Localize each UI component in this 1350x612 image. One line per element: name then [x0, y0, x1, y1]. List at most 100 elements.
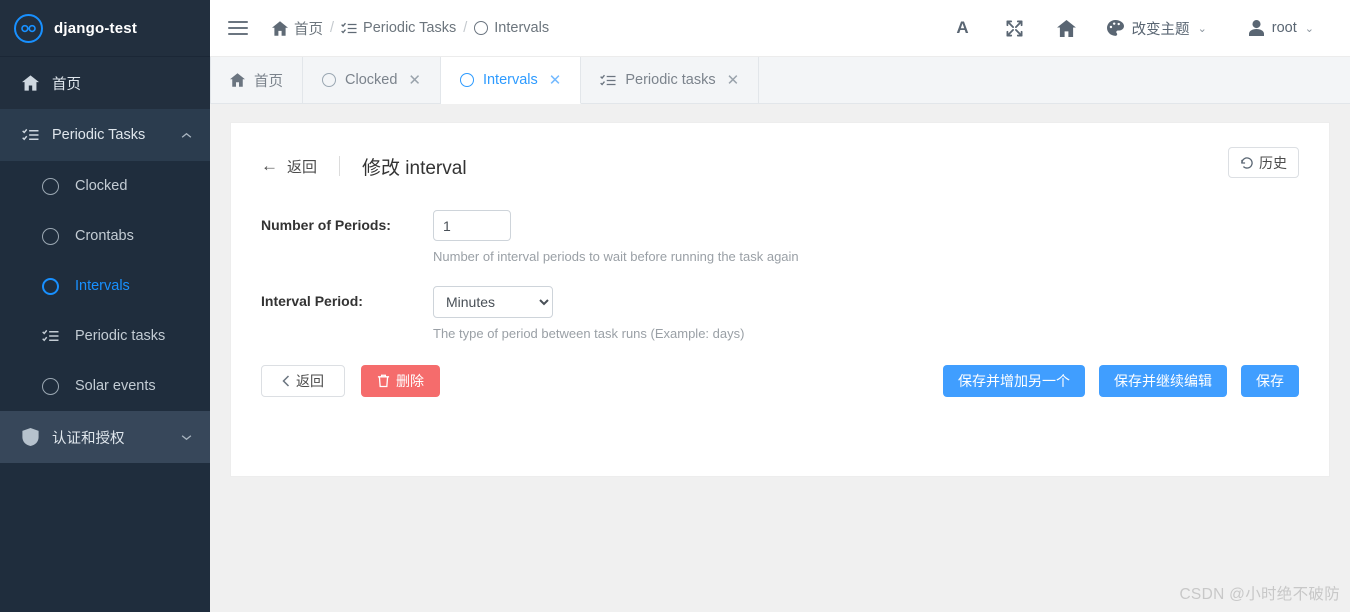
- chevron-left-icon: [282, 375, 290, 387]
- shield-icon: [22, 428, 39, 446]
- sidebar-item-crontabs[interactable]: Crontabs: [0, 211, 210, 261]
- circle-icon: [474, 21, 489, 35]
- history-button-label: 历史: [1259, 154, 1287, 171]
- task-list-icon: [42, 329, 59, 343]
- trash-icon: [377, 374, 390, 388]
- edit-interval-card: ← 返回 修改 interval 历史 Number of Periods: 1…: [230, 122, 1330, 477]
- home-icon[interactable]: [1041, 0, 1093, 57]
- history-button[interactable]: 历史: [1228, 147, 1299, 178]
- circle-icon: [42, 377, 59, 395]
- app-root: django-test 首页 Periodic Tasks Clocked Cr…: [0, 0, 1350, 612]
- tab-periodic-tasks[interactable]: Periodic tasks ✕: [581, 57, 760, 103]
- sidebar: django-test 首页 Periodic Tasks Clocked Cr…: [0, 0, 210, 612]
- card-header: ← 返回 修改 interval 历史: [261, 147, 1299, 183]
- breadcrumb: 首页 / Periodic Tasks / Intervals: [272, 18, 549, 39]
- header-divider: [339, 156, 341, 176]
- home-icon: [272, 20, 288, 36]
- page-title: 修改 interval: [362, 157, 467, 179]
- fullscreen-icon[interactable]: [989, 0, 1041, 57]
- sidebar-item-solar-events-label: Solar events: [75, 378, 156, 394]
- circle-icon: [459, 73, 474, 87]
- number-of-periods-label: Number of Periods:: [261, 217, 391, 233]
- breadcrumb-item-periodic-tasks-label: Periodic Tasks: [363, 20, 457, 36]
- breadcrumb-separator: /: [330, 20, 335, 36]
- home-icon: [22, 75, 39, 91]
- task-list-icon: [341, 22, 357, 35]
- back-button-label: 返回: [296, 373, 324, 389]
- form-row-interval-period: Interval Period: Minutes The type of per…: [261, 286, 1299, 341]
- topbar-tools: A 改变主题 ⌄ root ⌄: [937, 0, 1328, 57]
- user-menu-label: root: [1271, 20, 1297, 36]
- tab-close-icon[interactable]: ✕: [727, 71, 740, 89]
- breadcrumb-item-home[interactable]: 首页: [272, 18, 323, 39]
- sidebar-item-intervals-label: Intervals: [75, 278, 130, 294]
- save-and-add-another-button[interactable]: 保存并增加另一个: [943, 365, 1085, 397]
- watermark: CSDN @小时绝不破防: [1179, 586, 1340, 603]
- topbar: 首页 / Periodic Tasks / Intervals A 改变主题 ⌄…: [210, 0, 1350, 57]
- circle-icon: [42, 277, 59, 295]
- circle-icon: [42, 177, 59, 195]
- palette-icon: [1106, 19, 1124, 37]
- sidebar-group-label: Periodic Tasks: [52, 127, 146, 143]
- theme-switcher[interactable]: 改变主题 ⌄: [1093, 0, 1221, 57]
- number-of-periods-control: Number of interval periods to wait befor…: [433, 210, 799, 264]
- tab-clocked[interactable]: Clocked ✕: [303, 57, 441, 103]
- form-actions: 返回 删除 保存并增加另一个 保存并继续编辑 保存: [261, 365, 1299, 397]
- sidebar-item-home-label: 首页: [52, 76, 81, 93]
- sidebar-section-auth[interactable]: 认证和授权: [0, 411, 210, 463]
- tab-intervals-label: Intervals: [482, 72, 538, 88]
- number-of-periods-input[interactable]: [433, 210, 511, 241]
- chevron-down-icon: [181, 434, 192, 441]
- tab-intervals[interactable]: Intervals ✕: [440, 57, 582, 104]
- tab-clocked-label: Clocked: [345, 72, 398, 88]
- save-button[interactable]: 保存: [1241, 365, 1299, 397]
- breadcrumb-item-home-label: 首页: [294, 21, 323, 38]
- main-area: 首页 / Periodic Tasks / Intervals A 改变主题 ⌄…: [210, 0, 1350, 612]
- sidebar-group-periodic-tasks[interactable]: Periodic Tasks: [0, 109, 210, 161]
- form-row-number-of-periods: Number of Periods: Number of interval pe…: [261, 210, 1299, 264]
- hamburger-icon[interactable]: [228, 20, 248, 36]
- theme-switcher-label: 改变主题: [1131, 21, 1190, 38]
- back-link-label: 返回: [287, 158, 318, 176]
- interval-period-help: The type of period between task runs (Ex…: [433, 326, 745, 341]
- sidebar-item-intervals[interactable]: Intervals: [0, 261, 210, 311]
- tab-bar: 首页 Clocked ✕ Intervals ✕ Periodic tasks: [210, 57, 1350, 104]
- sidebar-item-solar-events[interactable]: Solar events: [0, 361, 210, 411]
- circle-icon: [42, 227, 59, 245]
- font-size-glyph: A: [956, 18, 969, 37]
- circle-icon: [322, 73, 336, 87]
- sidebar-item-crontabs-label: Crontabs: [75, 228, 134, 244]
- chevron-down-icon: ⌄: [1304, 22, 1314, 35]
- user-menu[interactable]: root ⌄: [1221, 0, 1328, 57]
- sidebar-section-auth-label: 认证和授权: [52, 430, 125, 447]
- chevron-down-icon: ⌄: [1197, 22, 1207, 35]
- delete-button[interactable]: 删除: [361, 365, 440, 397]
- breadcrumb-item-periodic-tasks[interactable]: Periodic Tasks: [341, 20, 456, 36]
- sidebar-item-periodic-tasks[interactable]: Periodic tasks: [0, 311, 210, 361]
- infinity-icon: [14, 13, 43, 43]
- sidebar-item-clocked-label: Clocked: [75, 178, 128, 194]
- tab-close-icon[interactable]: ✕: [549, 71, 562, 89]
- content-area: ← 返回 修改 interval 历史 Number of Periods: 1…: [210, 104, 1350, 612]
- breadcrumb-item-intervals-label: Intervals: [494, 20, 550, 36]
- history-icon: [1240, 156, 1254, 170]
- sidebar-item-home[interactable]: 首页: [0, 57, 210, 109]
- sidebar-item-clocked[interactable]: Clocked: [0, 161, 210, 211]
- task-list-icon: [600, 74, 616, 87]
- delete-button-label: 删除: [396, 373, 424, 389]
- arrow-left-icon: ←: [261, 156, 278, 175]
- tab-close-icon[interactable]: ✕: [408, 71, 421, 89]
- breadcrumb-item-intervals[interactable]: Intervals: [474, 20, 549, 36]
- interval-period-select[interactable]: Minutes: [433, 286, 553, 318]
- sidebar-filler: [0, 463, 210, 612]
- back-button[interactable]: 返回: [261, 365, 345, 397]
- number-of-periods-help: Number of interval periods to wait befor…: [433, 249, 799, 264]
- tab-periodic-tasks-label: Periodic tasks: [625, 72, 716, 88]
- tab-home[interactable]: 首页: [210, 57, 303, 103]
- brand[interactable]: django-test: [0, 0, 210, 57]
- font-size-icon[interactable]: A: [937, 0, 989, 57]
- back-link[interactable]: ← 返回: [261, 156, 317, 177]
- brand-name: django-test: [54, 19, 138, 37]
- save-and-continue-button[interactable]: 保存并继续编辑: [1099, 365, 1227, 397]
- task-list-icon: [22, 128, 39, 142]
